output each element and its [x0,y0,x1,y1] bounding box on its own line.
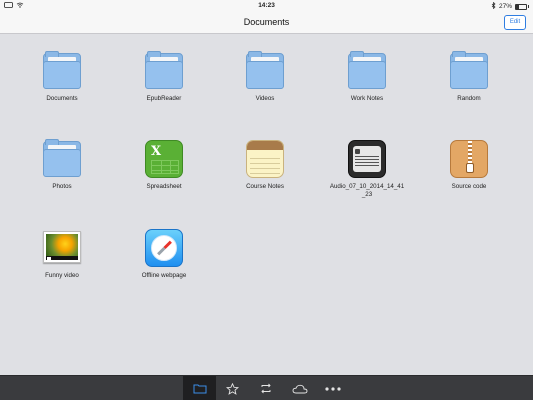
grid-item-documents[interactable]: Documents [12,51,112,103]
grid-item-spreadsheet[interactable]: X Spreadsheet [114,139,214,191]
video-icon [42,228,82,268]
item-label: Documents [46,95,78,102]
notes-icon [245,139,285,179]
folder-icon [144,51,184,91]
edit-button[interactable]: Edit [504,15,526,30]
grid-item-source-code[interactable]: Source code [419,139,519,191]
file-grid: Documents EpubReader Videos Work Notes R… [0,35,533,375]
star-icon [226,382,239,395]
item-label: EpubReader [146,95,182,102]
tab-more[interactable] [316,376,349,400]
tab-transfer[interactable] [249,376,282,400]
grid-item-epubreader[interactable]: EpubReader [114,51,214,103]
navigation-bar: Documents Edit [0,12,533,34]
item-label: Work Notes [350,95,384,102]
grid-item-audio-recording[interactable]: Audio_07_10_2014_14_41 _23 [317,139,417,198]
spreadsheet-icon: X [144,139,184,179]
bluetooth-icon [491,1,496,11]
battery-icon [515,3,527,10]
audio-recorder-icon [347,139,387,179]
tab-bar [0,375,533,400]
folder-icon [42,51,82,91]
item-label: Offline webpage [141,272,187,279]
item-label: Random [457,95,481,102]
grid-item-course-notes[interactable]: Course Notes [215,139,315,191]
item-label: Source code [451,183,487,190]
tab-cloud[interactable] [283,376,316,400]
folder-icon [449,51,489,91]
cloud-icon [292,384,308,394]
zip-archive-icon [449,139,489,179]
item-label: Photos [52,183,72,190]
item-label: Course Notes [246,183,284,190]
item-label: Audio_07_10_2014_14_41 _23 [329,183,405,198]
item-label: Funny video [45,272,79,279]
grid-item-videos[interactable]: Videos [215,51,315,103]
status-bar: 14:23 27% [0,0,533,12]
item-label: Spreadsheet [146,183,182,190]
more-dots-icon [324,386,341,391]
status-right: 27% [491,1,529,11]
tab-favorites[interactable] [216,376,249,400]
grid-item-random[interactable]: Random [419,51,519,103]
grid-item-funny-video[interactable]: Funny video [12,228,112,280]
page-title: Documents [243,17,290,27]
folder-icon [193,383,207,394]
safari-compass-icon [144,228,184,268]
item-label: Videos [255,95,275,102]
folder-icon [245,51,285,91]
grid-item-photos[interactable]: Photos [12,139,112,191]
grid-item-offline-webpage[interactable]: Offline webpage [114,228,214,280]
battery-percent: 27% [498,3,512,10]
status-time: 14:23 [258,2,275,9]
folder-icon [42,139,82,179]
tab-files[interactable] [183,376,216,400]
sync-icon [259,383,273,394]
folder-icon [347,51,387,91]
grid-item-work-notes[interactable]: Work Notes [317,51,417,103]
